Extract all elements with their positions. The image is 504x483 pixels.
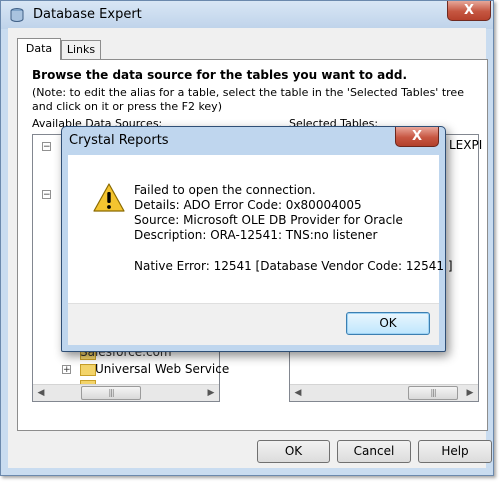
tab-data[interactable]: Data [17, 38, 61, 60]
expand-icon[interactable]: + [62, 365, 71, 375]
dialog-titlebar[interactable]: Crystal Reports X [62, 127, 445, 155]
scroll-left-icon[interactable]: ◀ [33, 385, 49, 401]
folder-icon [80, 364, 96, 376]
error-source-line: Source: Microsoft OLE DB Provider for Or… [134, 213, 403, 227]
panel-heading: Browse the data source for the tables yo… [32, 68, 407, 82]
tab-links[interactable]: Links [61, 40, 101, 59]
error-description-line: Description: ORA-12541: TNS:no listener [134, 228, 378, 242]
scroll-right-icon[interactable]: ▶ [203, 385, 219, 401]
selected-table-item[interactable]: LEXPI [449, 138, 482, 152]
native-error-line: Native Error: 12541 [Database Vendor Cod… [134, 259, 453, 273]
tree-item-universal-web-service[interactable]: Universal Web Service [95, 362, 229, 376]
scroll-right-icon[interactable]: ▶ [462, 385, 478, 401]
expert-close-button[interactable]: X [447, 1, 491, 21]
database-icon [10, 8, 24, 22]
dialog-close-button[interactable]: X [395, 127, 439, 147]
scroll-thumb[interactable]: ||| [408, 386, 458, 400]
dialog-ok-button[interactable]: OK [346, 312, 430, 335]
scroll-left-icon[interactable]: ◀ [290, 385, 306, 401]
ok-button[interactable]: OK [257, 440, 330, 463]
collapse-icon[interactable]: − [42, 142, 51, 152]
warning-icon [93, 183, 125, 212]
crystal-reports-dialog: Crystal Reports X Failed to open the con… [61, 126, 453, 352]
dialog-title: Crystal Reports [69, 133, 169, 148]
expert-titlebar[interactable]: Database Expert X [1, 1, 493, 29]
scroll-thumb[interactable]: ||| [81, 386, 141, 400]
error-message-line: Failed to open the connection. [134, 183, 316, 197]
selected-horizontal-scrollbar[interactable]: ◀ ||| ▶ [290, 384, 478, 401]
help-button[interactable]: Help [418, 440, 492, 463]
error-details-line: Details: ADO Error Code: 0x80004005 [134, 198, 362, 212]
expert-title: Database Expert [33, 7, 142, 22]
collapse-icon[interactable]: − [42, 190, 51, 200]
panel-note: (Note: to edit the alias for a table, se… [32, 86, 464, 113]
cancel-button[interactable]: Cancel [337, 440, 411, 463]
tree-horizontal-scrollbar[interactable]: ◀ ||| ▶ [33, 384, 219, 401]
